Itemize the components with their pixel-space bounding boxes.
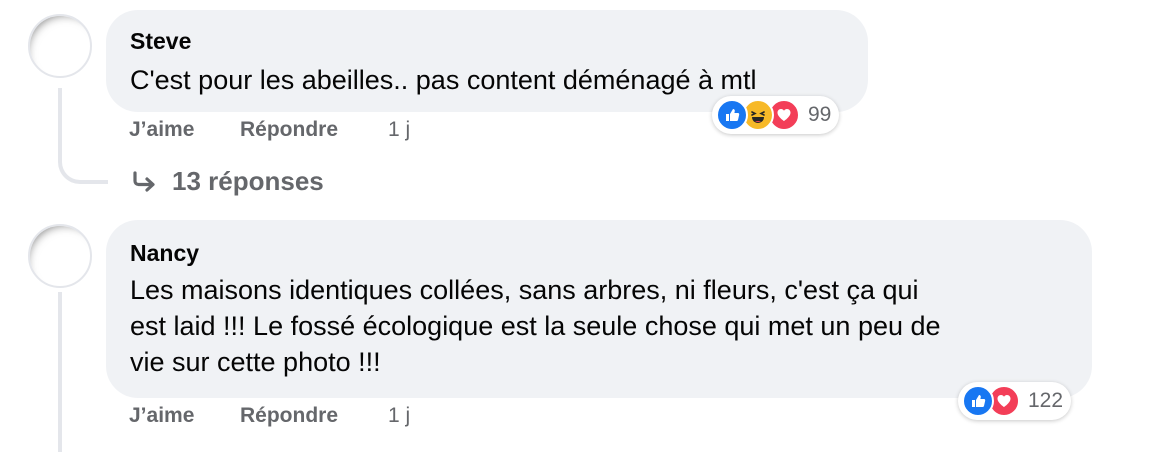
- comment-author[interactable]: Nancy: [130, 240, 199, 267]
- like-reaction-icon: [962, 385, 994, 417]
- comment-text-line: Les maisons identiques collées, sans arb…: [130, 275, 919, 305]
- reaction-count: 122: [1028, 389, 1064, 412]
- reactions-summary[interactable]: 99: [712, 96, 840, 134]
- thread-connector: [58, 292, 62, 452]
- reaction-count: 99: [808, 103, 832, 126]
- comment-text-line: vie sur cette photo !!!: [130, 347, 381, 377]
- reply-arrow-icon: [133, 170, 155, 192]
- thread-connector: [58, 88, 108, 184]
- replies-count[interactable]: 13 réponses: [172, 166, 324, 197]
- comment-author[interactable]: Steve: [130, 28, 191, 55]
- like-button[interactable]: J’aime: [129, 404, 194, 428]
- comment-bubble: Nancy Les maisons identiques collées, sa…: [106, 220, 1092, 398]
- like-button[interactable]: J’aime: [129, 118, 194, 142]
- reply-button[interactable]: Répondre: [240, 118, 338, 142]
- timestamp[interactable]: 1 j: [388, 404, 410, 428]
- avatar[interactable]: [28, 14, 92, 78]
- like-reaction-icon: [716, 99, 748, 131]
- reply-button[interactable]: Répondre: [240, 404, 338, 428]
- comment-text: Les maisons identiques collées, sans arb…: [130, 272, 941, 380]
- timestamp[interactable]: 1 j: [388, 118, 410, 142]
- avatar[interactable]: [28, 224, 92, 288]
- comment-text: C'est pour les abeilles.. pas content dé…: [130, 65, 757, 95]
- comment-text-line: est laid !!! Le fossé écologique est la …: [130, 311, 941, 341]
- view-replies-link[interactable]: 13 réponses: [130, 166, 324, 197]
- reactions-summary[interactable]: 122: [958, 382, 1072, 420]
